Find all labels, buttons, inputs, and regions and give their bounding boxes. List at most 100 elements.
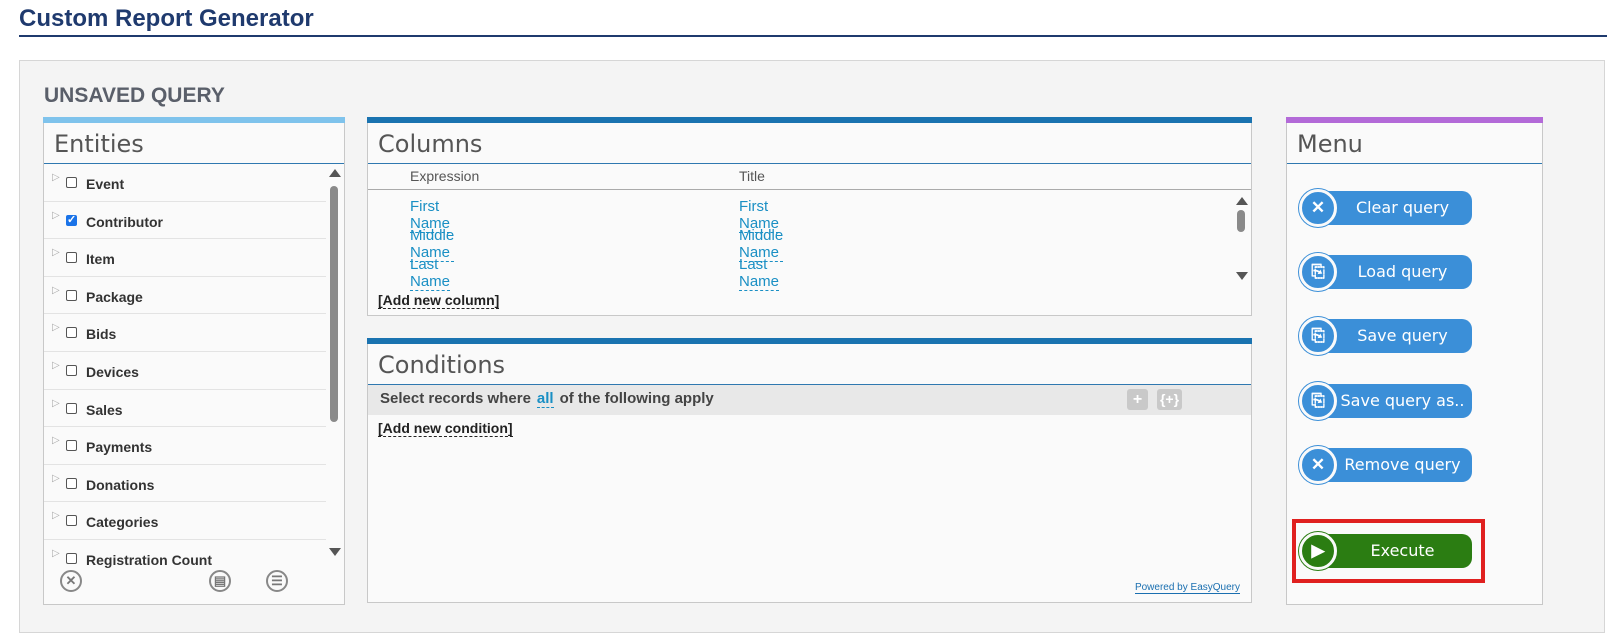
- powered-by-link[interactable]: Powered by EasyQuery: [1134, 582, 1240, 594]
- expand-arrow-icon[interactable]: ▷: [52, 398, 60, 409]
- save-query-label[interactable]: Save query: [1317, 319, 1472, 353]
- expand-arrow-icon[interactable]: ▷: [52, 210, 60, 221]
- file-icon[interactable]: ⎘: [1299, 253, 1337, 291]
- columns-accent-bar: [367, 117, 1252, 123]
- entity-label[interactable]: Event: [86, 176, 124, 192]
- entity-checkbox[interactable]: [66, 440, 77, 452]
- entity-checkbox[interactable]: [66, 364, 77, 376]
- execute-button[interactable]: Execute ▶: [1299, 532, 1474, 570]
- conditions-sentence: Select records where all of the following …: [380, 390, 714, 408]
- scroll-down-icon[interactable]: [1236, 272, 1248, 280]
- remove-query-label[interactable]: Remove query: [1317, 448, 1472, 482]
- entities-scrollbar[interactable]: [327, 164, 341, 562]
- entity-item-bids[interactable]: ▷ Bids: [44, 314, 326, 352]
- entity-checkbox[interactable]: [66, 213, 77, 226]
- entity-label[interactable]: Donations: [86, 477, 154, 493]
- entity-list: ▷ Event ▷ Contributor ▷ Item ▷ Package ▷ Bids…: [44, 164, 326, 577]
- file-icon[interactable]: ⎘: [1299, 382, 1337, 420]
- title-divider: [19, 35, 1607, 37]
- execute-label[interactable]: Execute: [1317, 534, 1472, 568]
- entity-label[interactable]: Contributor: [86, 214, 163, 230]
- scroll-up-icon[interactable]: [1236, 197, 1248, 205]
- entities-accent-bar: [43, 117, 345, 123]
- entity-item-categories[interactable]: ▷ Categories: [44, 502, 326, 540]
- entity-item-sales[interactable]: ▷ Sales: [44, 390, 326, 428]
- entity-checkbox[interactable]: [66, 177, 77, 188]
- entity-label[interactable]: Sales: [86, 402, 123, 418]
- entity-label[interactable]: Categories: [86, 514, 158, 530]
- clear-selection-icon[interactable]: ✕: [60, 570, 82, 592]
- add-group-icon[interactable]: {+}: [1157, 389, 1182, 410]
- expand-arrow-icon[interactable]: ▷: [52, 247, 60, 258]
- scroll-up-icon[interactable]: [329, 169, 341, 177]
- entity-label[interactable]: Item: [86, 251, 115, 267]
- entities-panel: Entities ▷ Event ▷ Contributor ▷ Item ▷ Pack…: [43, 117, 345, 605]
- table-icon[interactable]: ▤: [209, 570, 231, 592]
- title-header: Title: [739, 168, 765, 184]
- entity-label[interactable]: Registration Count: [86, 552, 212, 568]
- save-query-button[interactable]: Save query ⎘: [1299, 317, 1474, 355]
- expand-arrow-icon[interactable]: ▷: [52, 285, 60, 296]
- menu-accent-bar: [1286, 117, 1543, 123]
- save-query-as-button[interactable]: Save query as.. ⎘: [1299, 382, 1474, 420]
- entity-label[interactable]: Payments: [86, 439, 152, 455]
- column-title-link[interactable]: Last Name: [739, 256, 780, 291]
- conditions-accent-bar: [367, 338, 1252, 344]
- remove-query-button[interactable]: Remove query ✕: [1299, 446, 1474, 484]
- close-icon[interactable]: ✕: [1299, 189, 1337, 227]
- clear-query-button[interactable]: Clear query ✕: [1299, 189, 1474, 227]
- expand-arrow-icon[interactable]: ▷: [52, 473, 60, 484]
- menu-heading: Menu: [1297, 130, 1363, 158]
- play-icon[interactable]: ▶: [1299, 532, 1337, 570]
- entities-heading: Entities: [54, 130, 144, 158]
- expand-arrow-icon[interactable]: ▷: [52, 172, 60, 183]
- scroll-thumb[interactable]: [330, 186, 338, 422]
- entity-checkbox[interactable]: [66, 477, 77, 489]
- entity-checkbox[interactable]: [66, 402, 77, 414]
- expand-arrow-icon[interactable]: ▷: [52, 322, 60, 333]
- entity-checkbox[interactable]: [66, 552, 77, 564]
- add-condition-icon[interactable]: +: [1127, 389, 1148, 410]
- add-new-column-link[interactable]: [Add new column]: [378, 292, 500, 309]
- columns-heading: Columns: [378, 130, 483, 158]
- entity-checkbox[interactable]: [66, 252, 77, 264]
- link-type-selector[interactable]: all: [536, 390, 554, 408]
- columns-panel: Columns Expression Title First Name Firs…: [367, 117, 1252, 316]
- entity-checkbox[interactable]: [66, 327, 77, 339]
- list-icon[interactable]: ☰: [266, 570, 288, 592]
- add-new-condition-link[interactable]: [Add new condition]: [378, 420, 513, 437]
- entity-item-devices[interactable]: ▷ Devices: [44, 352, 326, 390]
- conditions-prefix: Select records where: [380, 390, 531, 407]
- query-name: UNSAVED QUERY: [44, 84, 225, 107]
- conditions-panel: Conditions Select records where all of the…: [367, 338, 1252, 603]
- expand-arrow-icon[interactable]: ▷: [52, 360, 60, 371]
- expand-arrow-icon[interactable]: ▷: [52, 435, 60, 446]
- file-icon[interactable]: ⎘: [1299, 317, 1337, 355]
- column-expression-link[interactable]: Last Name: [410, 256, 451, 291]
- conditions-suffix: of the following apply: [559, 390, 714, 407]
- close-icon[interactable]: ✕: [1299, 446, 1337, 484]
- entity-label[interactable]: Package: [86, 289, 143, 305]
- entity-item-contributor[interactable]: ▷ Contributor: [44, 202, 326, 240]
- load-query-label[interactable]: Load query: [1317, 255, 1472, 289]
- scroll-thumb[interactable]: [1237, 210, 1245, 232]
- entity-label[interactable]: Bids: [86, 326, 116, 342]
- entity-checkbox[interactable]: [66, 289, 77, 301]
- entity-label[interactable]: Devices: [86, 364, 139, 380]
- entity-item-item[interactable]: ▷ Item: [44, 239, 326, 277]
- report-builder: UNSAVED QUERY Entities ▷ Event ▷ Contribut…: [19, 60, 1605, 633]
- conditions-heading: Conditions: [378, 351, 506, 379]
- scroll-down-icon[interactable]: [329, 548, 341, 556]
- clear-query-label[interactable]: Clear query: [1317, 191, 1472, 225]
- entity-item-event[interactable]: ▷ Event: [44, 164, 326, 202]
- load-query-button[interactable]: Load query ⎘: [1299, 253, 1474, 291]
- entity-item-package[interactable]: ▷ Package: [44, 277, 326, 315]
- page-title: Custom Report Generator: [19, 5, 314, 32]
- entity-item-donations[interactable]: ▷ Donations: [44, 465, 326, 503]
- expand-arrow-icon[interactable]: ▷: [52, 510, 60, 521]
- entity-item-payments[interactable]: ▷ Payments: [44, 427, 326, 465]
- columns-scrollbar[interactable]: [1234, 192, 1248, 286]
- expand-arrow-icon[interactable]: ▷: [52, 548, 60, 559]
- save-query-as-label[interactable]: Save query as..: [1317, 384, 1472, 418]
- entity-checkbox[interactable]: [66, 515, 77, 527]
